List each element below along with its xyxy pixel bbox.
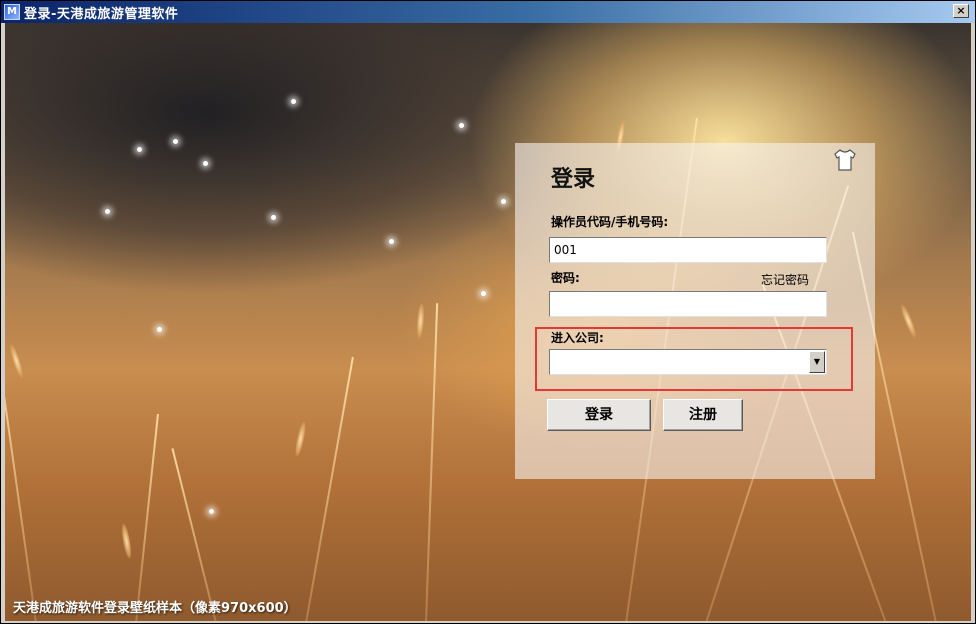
wheat-stalk — [171, 448, 217, 621]
wheat-stalk — [5, 355, 37, 621]
wheat-grain — [898, 302, 919, 340]
wheat-stalk — [305, 356, 354, 621]
window-title: 登录-天港成旅游管理软件 — [24, 6, 179, 22]
wallpaper-caption: 天港成旅游软件登录壁纸样本（像素970x600） — [13, 601, 297, 616]
sparkle — [271, 215, 276, 220]
login-button[interactable]: 登录 — [547, 399, 651, 431]
operator-input[interactable] — [549, 237, 827, 263]
wheat-grain — [7, 342, 26, 380]
wheat-grain — [119, 522, 134, 560]
sparkle — [105, 209, 110, 214]
wheat-stalk — [135, 414, 159, 621]
sparkle — [157, 327, 162, 332]
close-button[interactable]: × — [953, 4, 969, 18]
password-label: 密码: — [551, 271, 580, 285]
company-label: 进入公司: — [551, 331, 604, 345]
operator-label: 操作员代码/手机号码: — [551, 215, 669, 229]
sparkle — [173, 139, 178, 144]
company-select[interactable]: ▼ — [549, 349, 827, 375]
password-input[interactable] — [549, 291, 827, 317]
sparkle — [209, 509, 214, 514]
wheat-grain — [293, 420, 308, 458]
login-title: 登录 — [551, 167, 596, 192]
login-window: M 登录-天港成旅游管理软件 × 登录 操作员代码/手机号码: 001 密码: … — [0, 0, 976, 624]
sparkle — [501, 199, 506, 204]
sparkle — [203, 161, 208, 166]
sparkle — [481, 291, 486, 296]
login-panel: 登录 操作员代码/手机号码: 密码: 忘记密码 进入公司: ▼ 登录 注册 — [515, 143, 875, 479]
register-button[interactable]: 注册 — [663, 399, 743, 431]
wheat-grain — [415, 302, 426, 340]
wheat-stalk — [425, 303, 439, 621]
sparkle — [137, 147, 142, 152]
forgot-password-link[interactable]: 忘记密码 — [761, 271, 809, 288]
sparkle — [459, 123, 464, 128]
sparkle — [389, 239, 394, 244]
app-logo-icon: M — [4, 4, 20, 20]
chevron-down-icon[interactable]: ▼ — [809, 351, 825, 373]
title-bar[interactable]: M 登录-天港成旅游管理软件 × — [1, 1, 975, 23]
wallpaper-area: 登录 操作员代码/手机号码: 密码: 忘记密码 进入公司: ▼ 登录 注册 天港… — [5, 23, 971, 621]
sparkle — [291, 99, 296, 104]
tshirt-icon[interactable] — [833, 149, 857, 171]
